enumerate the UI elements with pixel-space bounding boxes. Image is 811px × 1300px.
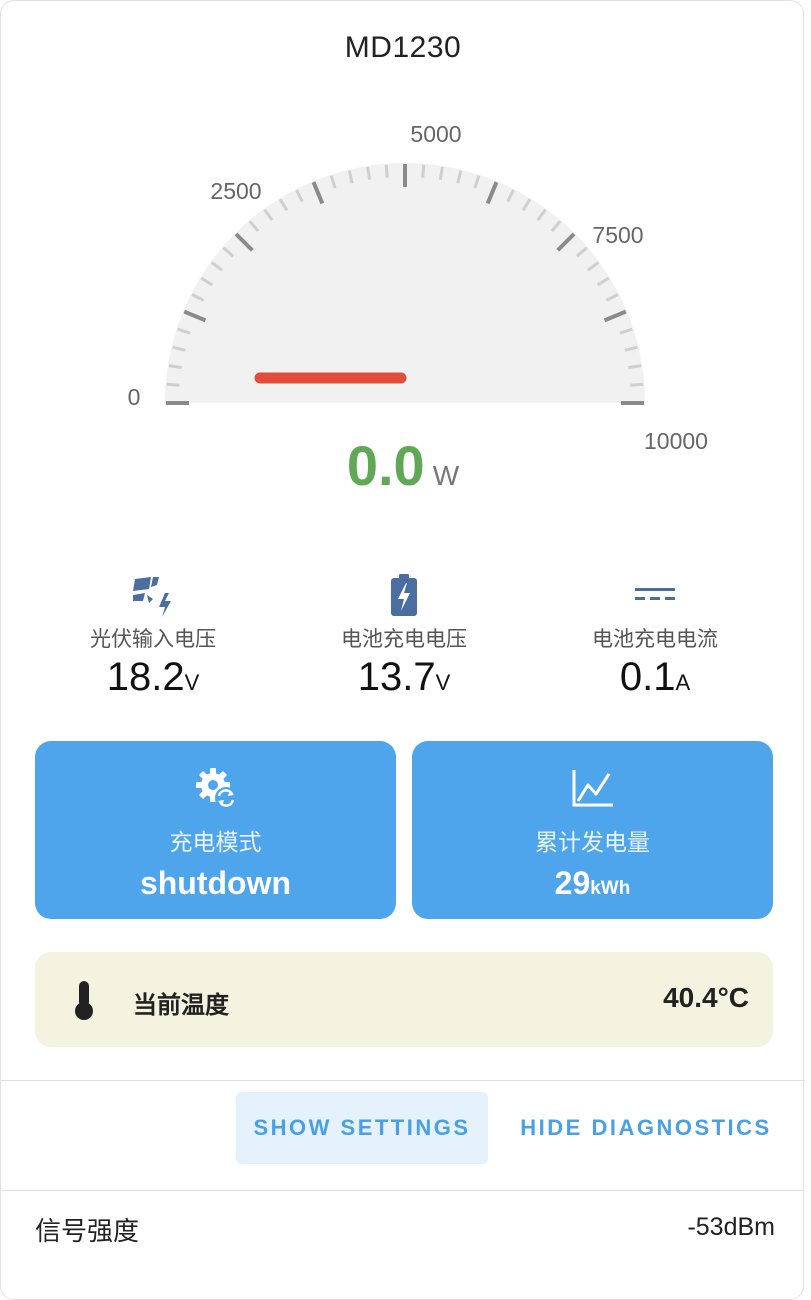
metric-label: 电池充电电压 [341, 628, 467, 651]
metric-battery-voltage: 电池充电电压 13.7V [284, 571, 524, 705]
tile-unit: kWh [590, 878, 631, 899]
diagnostic-row-signal: 信号强度 -53dBm [1, 1201, 805, 1256]
device-card: MD1230 0 2500 5000 7500 10000 0.0 W 光伏输入电压 18… [0, 0, 805, 1300]
tile-value: shutdown [139, 865, 292, 901]
metric-label: 光伏输入电压 [90, 628, 216, 651]
gauge-minor-tick [630, 382, 644, 387]
diagnostic-label: 信号强度 [35, 1216, 140, 1246]
metric-unit: A [675, 670, 691, 695]
thermometer-icon [71, 980, 97, 1025]
gauge-tick-label: 2500 [210, 178, 261, 204]
temperature-row: 当前温度 40.4°C [35, 952, 773, 1047]
gauge-minor-tick [166, 382, 180, 387]
gauge-minor-tick [168, 364, 183, 370]
temperature-label: 当前温度 [133, 992, 229, 1019]
gauge-minor-tick [421, 164, 426, 178]
battery-charging-icon [284, 571, 524, 619]
charge-mode-tile[interactable]: 充电模式 shutdown [35, 741, 396, 919]
metric-battery-current: 电池充电电流 0.1A [535, 571, 775, 705]
tile-label: 充电模式 [169, 829, 262, 855]
power-unit: W [432, 460, 460, 491]
gauge-tick-label: 0 [128, 384, 141, 410]
gauge-minor-tick [438, 166, 444, 181]
gauge-tick-label: 7500 [592, 222, 643, 248]
gauge-minor-tick [627, 364, 642, 370]
temperature-value: 40.4°C [663, 982, 749, 1013]
gear-sync-icon [35, 765, 396, 811]
gauge-minor-tick [366, 166, 372, 181]
power-readout: 0.0 W [1, 433, 805, 498]
power-value: 0.0 [346, 434, 425, 497]
metric-unit: V [184, 670, 200, 695]
metric-value: 13.7 [357, 655, 436, 699]
hide-diagnostics-button[interactable]: HIDE DIAGNOSTICS [506, 1092, 786, 1164]
divider [1, 1080, 805, 1081]
show-settings-button[interactable]: SHOW SETTINGS [236, 1092, 488, 1164]
dc-current-icon [535, 571, 775, 619]
metric-label: 电池充电电流 [592, 628, 718, 651]
power-gauge: 025005000750010000 [128, 121, 708, 454]
divider [1, 1190, 805, 1191]
metric-value: 0.1 [619, 655, 676, 699]
metric-value: 18.2 [106, 655, 185, 699]
line-chart-icon [412, 765, 773, 811]
gauge-minor-tick [384, 164, 389, 178]
metric-unit: V [435, 670, 451, 695]
metric-pv-voltage: 光伏输入电压 18.2V [33, 571, 273, 705]
tile-value: 29 [554, 865, 591, 901]
total-energy-tile[interactable]: 累计发电量 29kWh [412, 741, 773, 919]
tile-label: 累计发电量 [535, 829, 650, 855]
solar-panel-icon [33, 571, 273, 619]
diagnostic-value: -53dBm [687, 1213, 775, 1241]
gauge-tick-label: 5000 [410, 121, 461, 147]
